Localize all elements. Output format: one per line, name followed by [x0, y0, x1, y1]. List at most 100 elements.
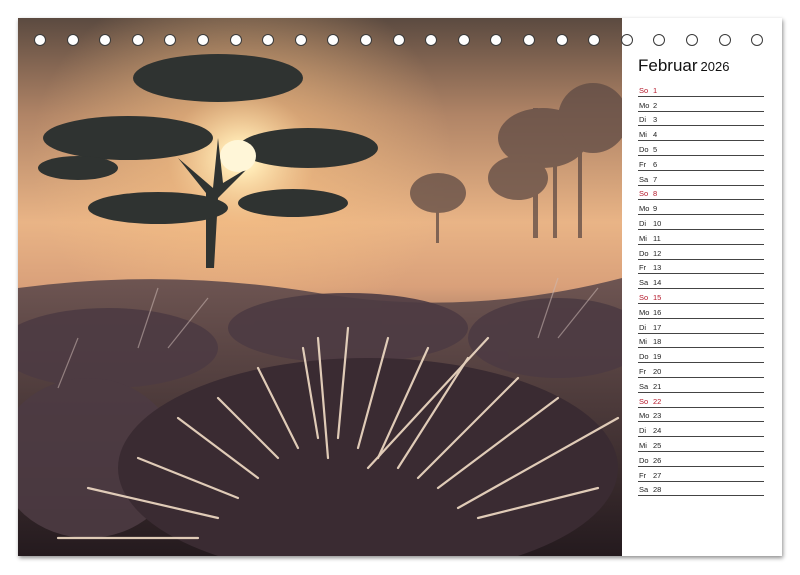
- day-number: 6: [653, 159, 658, 169]
- weekday-label: Fr: [639, 263, 647, 273]
- day-row: Di 24: [638, 422, 764, 438]
- binding-ring: [66, 34, 79, 46]
- weekday-label: Do: [639, 455, 649, 465]
- binding-ring: [327, 34, 340, 46]
- day-row: Do 12: [638, 245, 764, 260]
- weekday-label: Sa: [639, 174, 649, 184]
- day-number: 12: [653, 248, 662, 258]
- binding-ring: [588, 34, 601, 46]
- binding-ring: [131, 34, 144, 46]
- binding-ring: [34, 34, 46, 46]
- day-row: Do 5: [638, 141, 764, 156]
- day-row: Mi 18: [638, 334, 764, 349]
- day-row: So 8: [638, 186, 764, 201]
- day-number: 8: [653, 189, 658, 199]
- day-number: 20: [653, 366, 662, 376]
- weekday-label: Di: [639, 322, 647, 332]
- weekday-label: Fr: [639, 159, 647, 169]
- binding-ring: [425, 34, 438, 46]
- day-row: Mo 23: [638, 408, 764, 423]
- day-row: Sa 7: [638, 171, 764, 186]
- day-number: 25: [653, 440, 662, 450]
- binding-ring: [392, 34, 405, 46]
- day-number: 17: [653, 322, 662, 332]
- day-row: Di 3: [638, 112, 764, 127]
- day-number: 27: [653, 470, 662, 480]
- day-number: 4: [653, 130, 658, 140]
- weekday-label: Di: [639, 218, 647, 228]
- binding-ring: [164, 34, 177, 46]
- day-row: Do 26: [638, 452, 764, 467]
- weekday-label: Mo: [639, 307, 650, 317]
- day-row: Mo 2: [638, 97, 764, 112]
- day-row: Mo 9: [638, 200, 764, 216]
- binding-ring: [229, 34, 242, 46]
- day-number: 5: [653, 144, 658, 154]
- month-heading: Februar 2026: [638, 56, 729, 76]
- weekday-label: Sa: [639, 485, 649, 495]
- weekday-label: Mi: [639, 130, 647, 140]
- day-number: 2: [653, 100, 658, 110]
- weekday-label: Mo: [639, 204, 650, 214]
- weekday-label: Fr: [639, 366, 647, 376]
- weekday-label: Fr: [639, 470, 647, 480]
- binding-ring: [262, 34, 275, 46]
- weekday-label: Sa: [639, 278, 649, 288]
- binding-ring: [360, 34, 372, 46]
- weekday-label: Do: [639, 144, 649, 154]
- day-number: 1: [653, 85, 658, 95]
- day-number: 23: [653, 411, 662, 421]
- day-number: 15: [653, 292, 662, 302]
- day-row: Sa 14: [638, 274, 764, 290]
- day-number: 7: [653, 174, 658, 184]
- day-row: Do 19: [638, 348, 764, 364]
- binding-ring: [294, 34, 307, 46]
- weekday-label: So: [639, 292, 649, 302]
- weekday-label: Sa: [639, 381, 649, 391]
- day-row: Sa 21: [638, 378, 764, 393]
- day-number: 28: [653, 485, 662, 495]
- calendar-page: Februar 2026 So 1 Mo 2 Di 3 Mi 4 Do 5 Fr 6 Sa 7 So 8 Mo 9 D…: [18, 18, 782, 556]
- day-row: Fr 13: [638, 260, 764, 275]
- day-row: Fr 6: [638, 156, 764, 171]
- day-number: 21: [653, 381, 662, 391]
- weekday-label: Mi: [639, 440, 647, 450]
- day-list: So 1 Mo 2 Di 3 Mi 4 Do 5 Fr 6 Sa 7 So 8 Mo 9 Di 10 Mi 11 Do 12 F…: [638, 82, 764, 497]
- day-row: Mo 16: [638, 304, 764, 319]
- day-number: 24: [653, 426, 662, 436]
- day-number: 10: [653, 218, 662, 228]
- weekday-label: Mi: [639, 337, 647, 347]
- binding-ring: [555, 34, 568, 46]
- day-number: 3: [653, 115, 658, 125]
- day-row: So 15: [638, 289, 764, 304]
- month-name: Februar: [638, 56, 698, 75]
- binding-ring: [99, 34, 112, 46]
- binding-ring: [523, 34, 535, 46]
- day-number: 16: [653, 307, 662, 317]
- binding-ring: [490, 34, 503, 46]
- weekday-label: Do: [639, 352, 649, 362]
- weekday-label: So: [639, 85, 649, 95]
- weekday-label: So: [639, 396, 649, 406]
- day-number: 26: [653, 455, 662, 465]
- day-number: 9: [653, 204, 658, 214]
- binding-ring: [197, 34, 209, 46]
- day-number: 18: [653, 337, 662, 347]
- year-label: 2026: [700, 59, 730, 74]
- date-column: Februar 2026 So 1 Mo 2 Di 3 Mi 4 Do 5 Fr 6 Sa 7 So 8 Mo 9 D…: [622, 18, 782, 556]
- day-number: 22: [653, 396, 662, 406]
- binding-ring: [457, 34, 470, 46]
- day-row: Mi 11: [638, 230, 764, 245]
- day-row: Fr 20: [638, 363, 764, 378]
- day-number: 11: [653, 233, 661, 243]
- weekday-label: Mi: [639, 233, 647, 243]
- day-row: So 22: [638, 393, 764, 408]
- day-row: Mi 25: [638, 437, 764, 452]
- weekday-label: Di: [639, 426, 647, 436]
- day-row: So 1: [638, 82, 764, 97]
- weekday-label: Mo: [639, 411, 650, 421]
- day-row: Mi 4: [638, 126, 764, 142]
- weekday-label: Mo: [639, 100, 650, 110]
- misty-heath-sunrise-photo: [18, 18, 622, 556]
- day-number: 19: [653, 352, 662, 362]
